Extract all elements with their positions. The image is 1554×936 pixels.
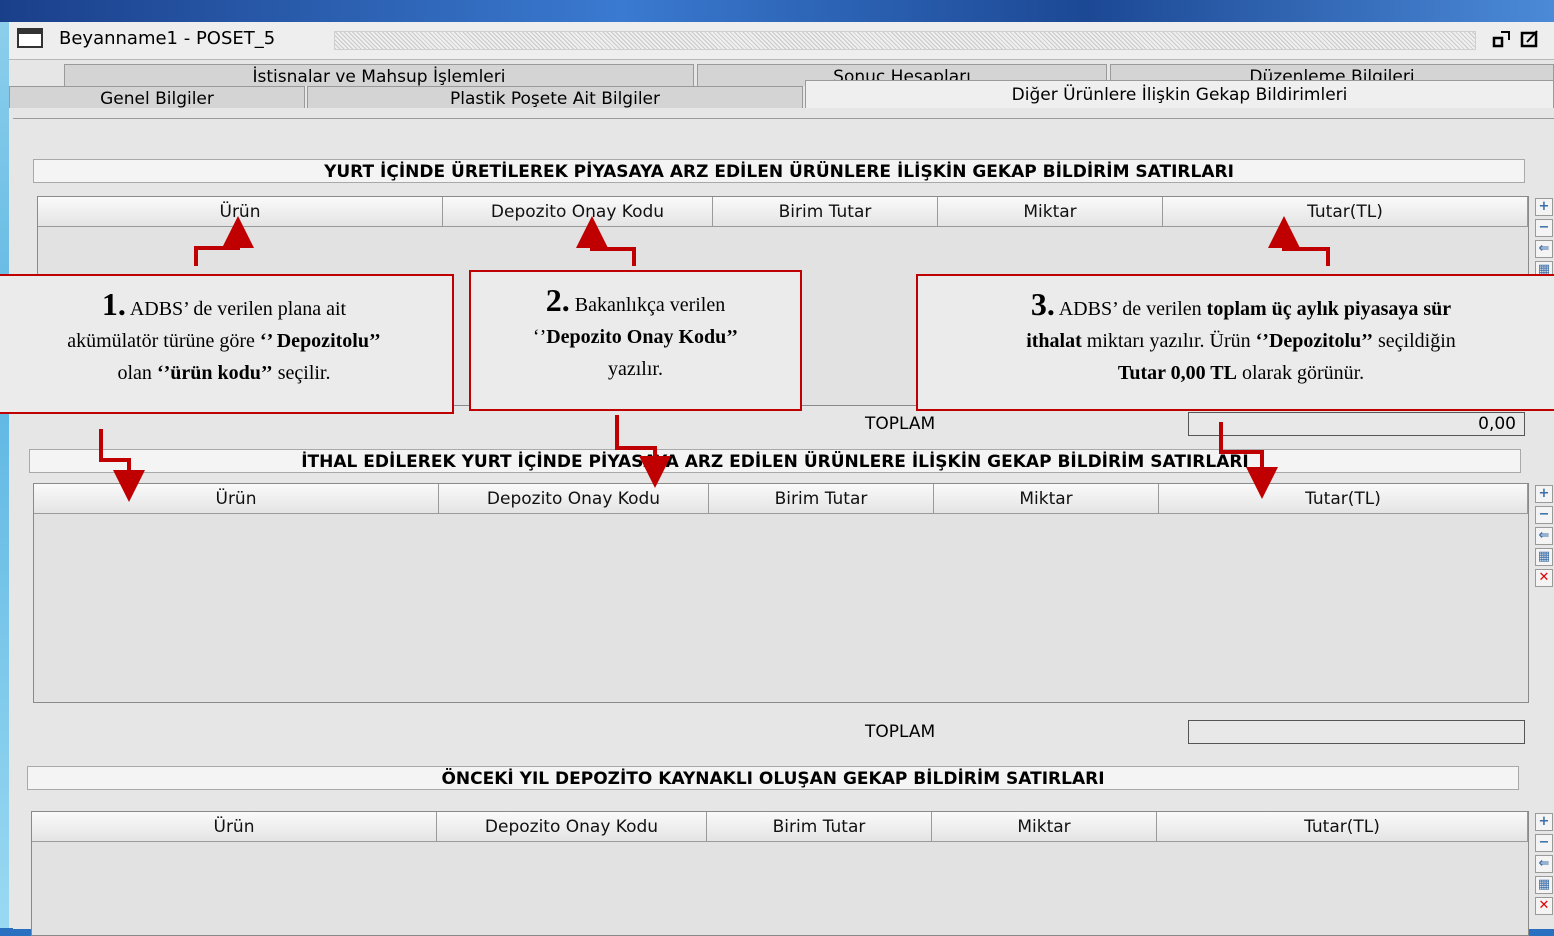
arrow-3-up [1268,216,1330,266]
arrow-1-down [99,429,145,502]
arrow-2-up [576,216,636,266]
arrow-1-up [194,216,254,266]
arrow-3-down [1219,422,1278,499]
annotation-arrows [99,216,1330,502]
arrow-2-down [615,415,671,488]
